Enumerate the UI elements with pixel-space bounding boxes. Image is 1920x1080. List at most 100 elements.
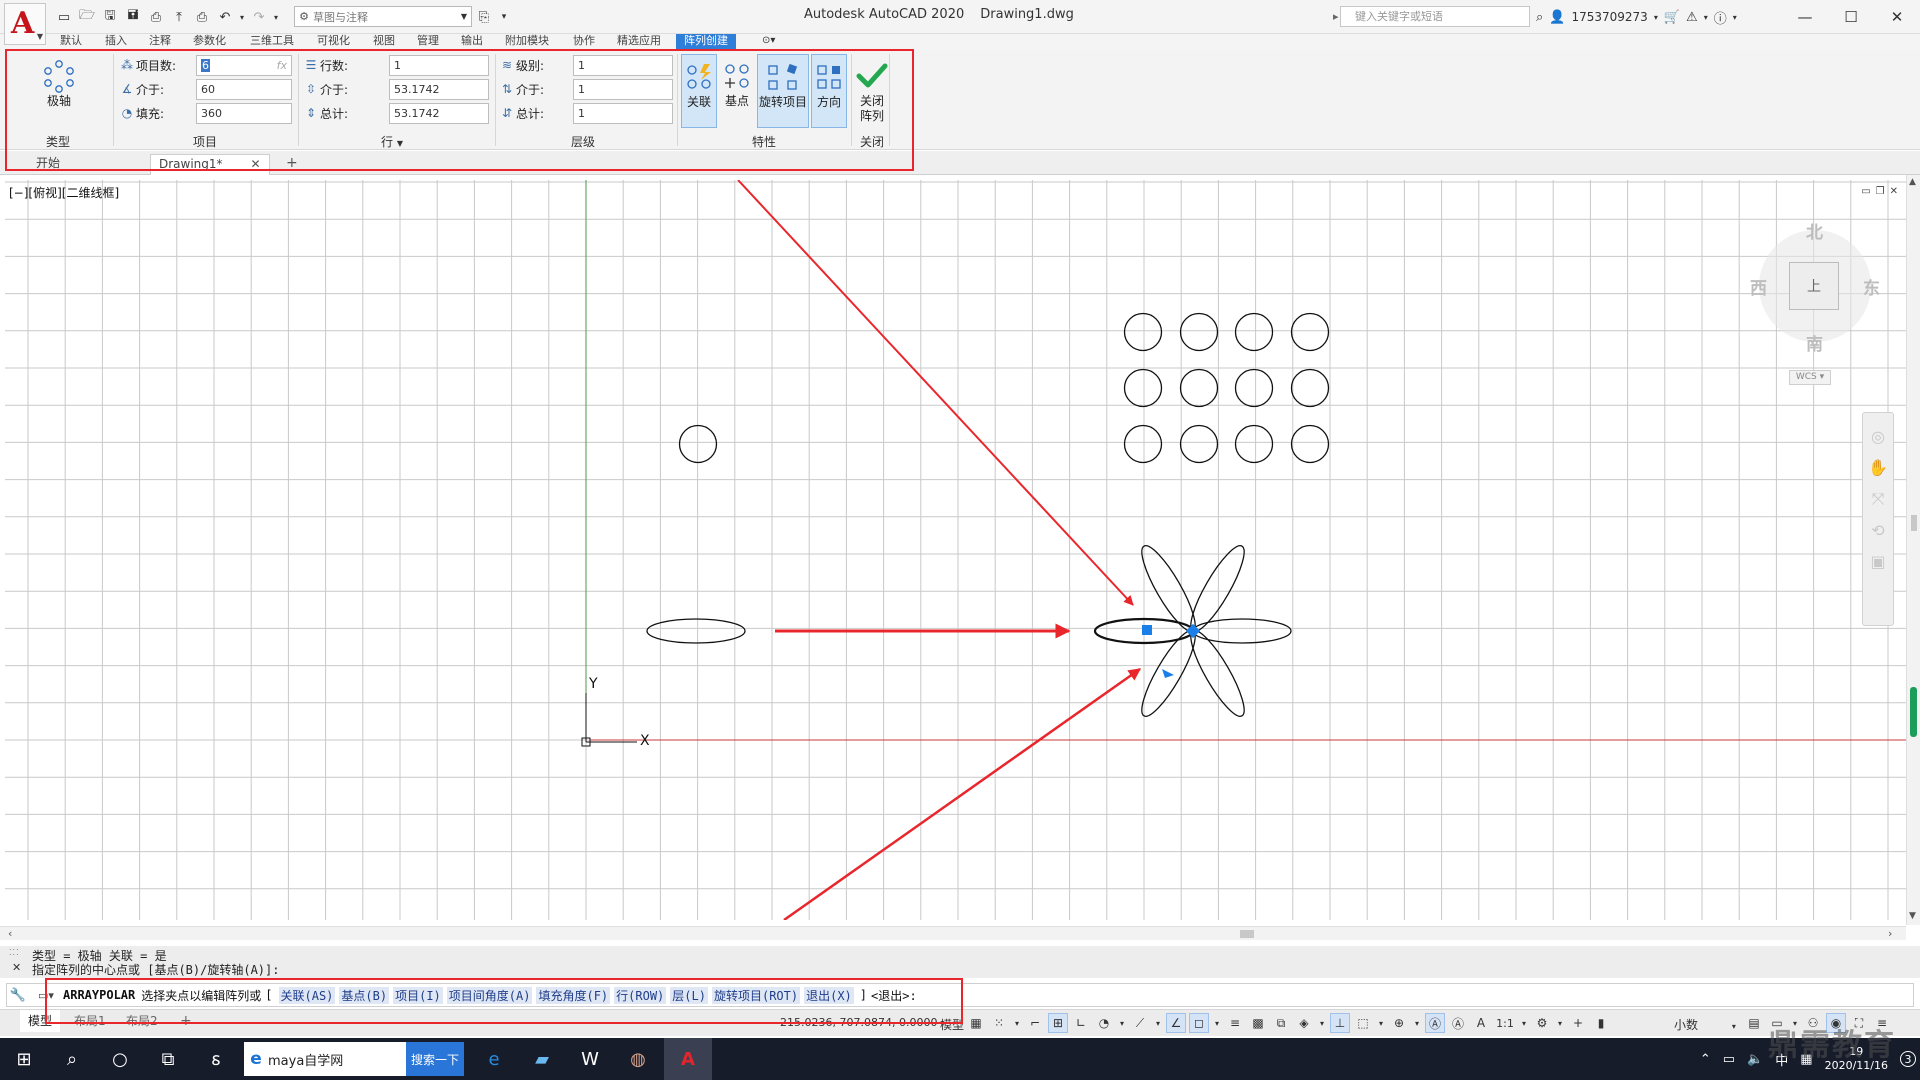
annotation-visibility-icon[interactable]: Ⓐ [1425,1013,1445,1033]
tab-output[interactable]: 输出 [461,34,483,50]
tab-addins[interactable]: 附加模块 [505,34,549,50]
3d-osnap-icon[interactable]: ◈ [1294,1013,1314,1033]
windows-start-icon[interactable]: ⊞ [0,1038,48,1080]
selection-cycling-icon[interactable]: ⧉ [1271,1013,1291,1033]
maya-icon[interactable]: ◍ [614,1038,662,1080]
user-icon[interactable]: 👤 [1549,10,1565,25]
gizmo-icon[interactable]: ⊕ [1389,1013,1409,1033]
tab-view[interactable]: 视图 [373,34,395,50]
ortho-icon[interactable]: ∟ [1071,1013,1091,1033]
pan-icon[interactable]: ✋ [1868,458,1888,477]
application-menu-button[interactable]: A ▼ [4,3,46,45]
tab-visualize[interactable]: 可视化 [317,34,350,50]
browser-search-input[interactable]: e maya自学网 [244,1042,406,1076]
annotation-monitor-icon[interactable]: + [1568,1013,1588,1033]
chevron-down-icon[interactable]: ▾ [1654,13,1658,22]
orbit-icon[interactable]: ⟲ [1871,521,1884,540]
chevron-up-icon[interactable]: ⌃ [1700,1052,1711,1067]
base-grip[interactable] [1142,625,1152,635]
chevron-down-icon[interactable]: ▾ [1212,1013,1222,1033]
viewcube-west[interactable]: 西 [1750,274,1767,299]
scroll-down-icon[interactable]: ▼ [1909,911,1916,921]
search-input[interactable]: ▸ 键入关键字或短语 [1333,6,1530,27]
tab-manage[interactable]: 管理 [417,34,439,50]
help-icon[interactable]: ⓘ [1714,8,1727,27]
transparency-icon[interactable]: ▩ [1248,1013,1268,1033]
maximize-icon[interactable]: ☐ [1828,0,1874,34]
new-file-icon[interactable]: ▭ [54,7,74,27]
web-save-icon[interactable]: ⎙ [146,7,166,27]
chevron-down-icon[interactable]: ▾ [1153,1013,1163,1033]
scroll-thumb[interactable] [1911,515,1917,531]
wcs-menu[interactable]: WCS ▾ [1789,370,1831,385]
volume-icon[interactable]: 🔈 [1747,1052,1763,1067]
auto-scale-icon[interactable]: Ⓐ [1448,1013,1468,1033]
search-icon[interactable]: ⌕ [48,1038,96,1080]
scroll-left-icon[interactable]: ‹ [8,927,12,940]
share-icon[interactable]: ⎘ [474,7,494,27]
horizontal-scrollbar[interactable]: ‹ › [0,926,1906,940]
workspace-select[interactable]: ⚙ 草图与注释 ▼ [294,6,472,27]
close-icon[interactable]: ✕ [12,961,21,974]
cart-icon[interactable]: 🛒 [1664,10,1680,25]
viewcube-east[interactable]: 东 [1863,274,1880,299]
scroll-up-icon[interactable]: ▲ [1909,177,1916,187]
chevron-down-icon[interactable]: ▾ [1704,13,1708,22]
quick-properties-icon[interactable]: ▤ [1744,1013,1764,1033]
redo-dropdown-icon[interactable]: ▾ [272,7,280,27]
chevron-down-icon[interactable]: ▾ [1519,1013,1529,1033]
export-icon[interactable]: ⤒ [169,7,189,27]
source-ellipse[interactable] [646,618,746,644]
cortana-icon[interactable]: ○ [96,1038,144,1080]
binoculars-icon[interactable]: ⌕ [1536,10,1543,25]
tab-featured-apps[interactable]: 精选应用 [617,34,661,50]
tab-home[interactable]: 默认 [60,34,82,50]
chevron-down-icon[interactable]: ▾ [1412,1013,1422,1033]
print-icon[interactable]: ⎙ [192,7,212,27]
scroll-right-icon[interactable]: › [1888,927,1892,940]
lineweight-icon[interactable]: ≡ [1225,1013,1245,1033]
restore-icon[interactable]: ❐ [1876,186,1885,197]
object-snap-icon[interactable]: ◻ [1189,1013,1209,1033]
wrench-icon[interactable]: 🔧 [7,988,29,1003]
steering-wheel-icon[interactable]: ◎ [1871,427,1885,446]
app-s-icon[interactable]: ꟙ [192,1038,240,1080]
minimize-icon[interactable]: ▭ [1861,186,1870,197]
customize-qat-icon[interactable]: ▾ [494,7,514,27]
snap-icon[interactable]: ⁙ [989,1013,1009,1033]
isodraft-icon[interactable]: ⟋ [1130,1013,1150,1033]
selection-filter-icon[interactable]: ⬚ [1353,1013,1373,1033]
annotation-scale-icon[interactable]: A [1471,1013,1491,1033]
units-icon[interactable]: ▮ [1591,1013,1611,1033]
viewcube-north[interactable]: 北 [1806,218,1823,243]
network-icon[interactable]: ▭ [1723,1052,1735,1067]
chevron-down-icon[interactable]: ▾ [1376,1013,1386,1033]
close-icon[interactable]: ✕ [1874,0,1920,34]
chevron-down-icon[interactable]: ▾ [1555,1013,1565,1033]
viewcube-top-face[interactable]: 上 [1789,262,1839,310]
close-icon[interactable]: ✕ [1890,186,1898,197]
tab-array-creation[interactable]: 阵列创建 [676,34,736,50]
wps-icon[interactable]: W [566,1038,614,1080]
units-select[interactable]: 小数 ▾ [1674,1016,1736,1033]
task-view-icon[interactable]: ⧉ [144,1038,192,1080]
drag-handle-icon[interactable]: ⁚⁚⁚ [9,948,20,957]
user-name[interactable]: 1753709273 [1571,10,1647,24]
viewcube[interactable]: 北 西 东 南 上 WCS ▾ [1745,210,1885,390]
object-snap-tracking-icon[interactable]: ∠ [1166,1013,1186,1033]
grid-icon[interactable]: ▦ [966,1013,986,1033]
viewcube-south[interactable]: 南 [1806,330,1823,355]
scale-value[interactable]: 1:1 [1494,1013,1516,1033]
vertical-scrollbar[interactable]: ▲ ▼ [1906,175,1920,925]
autocad-taskbar-icon[interactable]: A [664,1038,712,1080]
save-as-icon[interactable]: 🖬 [123,7,143,27]
tab-parametric[interactable]: 参数化 [193,34,226,50]
file-icon[interactable]: ▰ [518,1038,566,1080]
undo-dropdown-icon[interactable]: ▾ [238,7,246,27]
showmotion-icon[interactable]: ▣ [1870,552,1885,571]
infer-constraints-icon[interactable]: ⌐ [1025,1013,1045,1033]
zoom-extents-icon[interactable]: ⤧ [1872,489,1885,509]
dynamic-input-icon[interactable]: ⊞ [1048,1013,1068,1033]
viewport-controls-label[interactable]: [−][俯视][二维线框] [9,184,119,201]
chevron-down-icon[interactable]: ▾ [1012,1013,1022,1033]
